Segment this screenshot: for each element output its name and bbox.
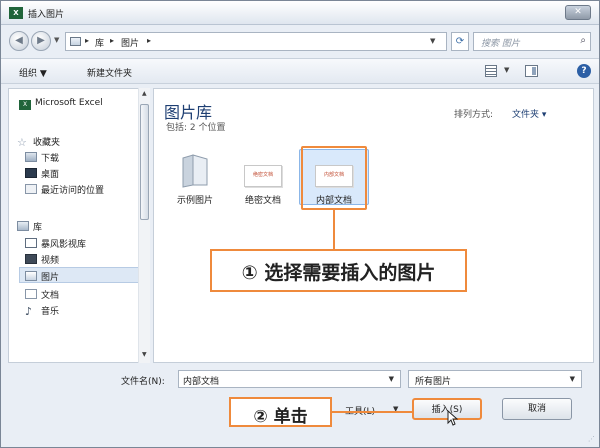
nav-item-desktop[interactable]: 桌面 [25,167,59,180]
nav-item-libraries[interactable]: 库 [17,220,42,233]
callout-leader-line [332,411,412,413]
breadcrumb-pictures[interactable]: 图片 [121,36,139,49]
file-item-label: 绝密文档 [244,196,281,206]
breadcrumb-separator-icon[interactable]: ▸ [85,36,89,45]
navigation-pane[interactable]: X Microsoft Excel ☆ 收藏夹 下载 桌面 最近访问的位置 库 暴风… [8,88,149,363]
search-icon[interactable]: ⌕ [580,35,586,46]
refresh-icon[interactable]: ⟳ [451,32,469,51]
scroll-down-icon[interactable]: ▼ [142,351,147,358]
nav-item-label: 暴风影视库 [41,240,87,250]
music-icon: ♪ [25,305,33,318]
nav-item-label: 文档 [41,291,60,301]
folder-icon [182,154,208,188]
nav-item-downloads[interactable]: 下载 [25,151,59,164]
breadcrumb-separator-icon[interactable]: ▸ [110,36,114,45]
filename-label: 文件名(N): [121,377,165,387]
preview-pane-icon[interactable] [525,65,538,77]
title-bar: X 插入图片 ✕ [1,1,599,25]
library-subtitle[interactable]: 包括: 2 个位置 [166,120,225,133]
content-pane: 图片库 包括: 2 个位置 排列方式: 文件夹 ▾ 示例图片 绝密文档 绝密文档… [153,88,594,363]
pictures-icon [25,271,37,281]
nav-item-music[interactable]: ♪ 音乐 [25,304,59,317]
recent-places-icon [25,184,37,194]
view-options-dropdown-icon[interactable]: ▼ [504,66,509,74]
nav-item-label: 音乐 [41,307,60,317]
insert-picture-dialog: X 插入图片 ✕ ◀ ▶ ▼ ▸ 库 ▸ 图片 ▸ ▼ ⟳ 搜索 图片 ⌕ 组织… [0,0,600,448]
nav-item-label: 下载 [41,154,60,164]
address-dropdown-icon[interactable]: ▼ [430,37,435,45]
excel-app-icon: X [9,7,23,19]
search-placeholder: 搜索 图片 [481,39,520,49]
desktop-icon [25,168,37,178]
breadcrumb-separator-icon[interactable]: ▸ [147,36,151,45]
chevron-down-icon[interactable]: ▼ [389,375,394,383]
nav-item-label: 视频 [41,256,60,266]
documents-icon [25,289,37,299]
address-row: ◀ ▶ ▼ ▸ 库 ▸ 图片 ▸ ▼ ⟳ 搜索 图片 ⌕ [1,27,599,55]
search-input[interactable]: 搜索 图片 ⌕ [473,32,591,51]
star-icon: ☆ [17,136,27,149]
back-button[interactable]: ◀ [9,31,29,51]
cancel-button[interactable]: 取消 [502,398,572,420]
breadcrumb-library[interactable]: 库 [95,36,104,49]
change-view-icon[interactable] [485,65,497,77]
nav-item-label: 收藏夹 [33,138,61,148]
close-button[interactable]: ✕ [565,5,591,20]
nav-item-label: 最近访问的位置 [41,186,105,196]
step1-callout: ① 选择需要插入的图片 [210,249,467,292]
nav-item-excel[interactable]: X Microsoft Excel [19,98,103,110]
document-thumbnail: 绝密文档 [244,165,282,187]
nav-scrollbar[interactable]: ▲ ▼ [138,88,150,363]
library-icon [17,221,29,231]
video-library-icon [25,238,37,248]
excel-icon: X [19,100,31,110]
nav-item-label: Microsoft Excel [35,98,103,108]
nav-item-videos[interactable]: 视频 [25,253,59,266]
scroll-thumb[interactable] [140,104,149,220]
callout-leader-line [333,210,335,249]
filename-value: 内部文档 [183,377,220,387]
window-title: 插入图片 [28,10,65,20]
sort-dropdown[interactable]: 文件夹 ▾ [512,107,546,120]
nav-item-label: 图片 [41,273,60,283]
resize-grip-icon[interactable]: ⋰ [588,435,595,443]
nav-item-recent[interactable]: 最近访问的位置 [25,183,104,196]
filetype-value: 所有图片 [415,377,452,387]
step2-callout: ② 单击 [229,397,332,427]
nav-item-favorites[interactable]: ☆ 收藏夹 [17,135,60,148]
scroll-up-icon[interactable]: ▲ [142,90,147,97]
recent-pages-dropdown-icon[interactable]: ▼ [54,36,59,44]
address-bar[interactable]: ▸ 库 ▸ 图片 ▸ ▼ [65,32,447,51]
chevron-down-icon[interactable]: ▼ [570,375,575,383]
video-icon [25,254,37,264]
nav-item-label: 桌面 [41,170,60,180]
nav-item-baofeng[interactable]: 暴风影视库 [25,237,86,250]
download-folder-icon [25,152,37,162]
nav-item-label: 库 [33,223,43,233]
filename-field[interactable]: 内部文档 ▼ [178,370,401,388]
library-location-icon [70,37,81,46]
new-folder-button[interactable]: 新建文件夹 [87,66,132,79]
thumbnail-text: 绝密文档 [252,172,273,178]
step2-text: ② 单击 [253,407,308,427]
nav-item-documents[interactable]: 文档 [25,288,59,301]
command-toolbar: 组织 ▼ 新建文件夹 ▼ ? [1,58,599,84]
filetype-select[interactable]: 所有图片 ▼ [408,370,582,388]
sort-label: 排列方式: [454,110,494,120]
forward-button[interactable]: ▶ [31,31,51,51]
mouse-cursor-icon [447,410,459,426]
file-item-label: 示例图片 [176,196,213,206]
nav-item-pictures[interactable]: 图片 [19,267,143,283]
organize-menu[interactable]: 组织 ▼ [19,66,47,79]
help-icon[interactable]: ? [577,64,591,78]
selection-callout-frame [301,146,367,210]
step1-text: ① 选择需要插入的图片 [241,262,436,284]
